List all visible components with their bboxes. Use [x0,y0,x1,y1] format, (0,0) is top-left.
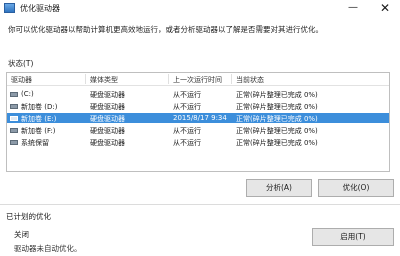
hard-drive-icon [10,116,18,121]
media-type: 硬盘驱动器 [90,91,125,99]
scheduled-optimization-label: 已计划的优化 [6,212,51,221]
drive-status: 正常(碎片整理已完成 0%) [236,91,318,99]
window-title: 优化驱动器 [20,4,60,13]
last-run: 从不运行 [173,139,201,147]
description-text: 你可以优化驱动器以帮助计算机更高效地运行，或者分析驱动器以了解是否需要对其进行优… [8,25,323,34]
table-row[interactable]: 系统保留 硬盘驱动器 从不运行 正常(碎片整理已完成 0%) [7,137,389,147]
column-divider[interactable] [231,74,232,84]
drive-name: 新加卷 (D:) [21,103,58,111]
analyze-button[interactable]: 分析(A) [246,179,312,197]
defrag-app-icon [4,3,15,13]
column-divider[interactable] [168,74,169,84]
drive-status: 正常(碎片整理已完成 0%) [236,115,318,123]
drives-table: 驱动器 媒体类型 上一次运行时间 当前状态 (C:) 硬盘驱动器 从不运行 正常… [6,72,390,172]
close-button[interactable]: ✕ [376,1,394,15]
media-type: 硬盘驱动器 [90,127,125,135]
column-header-last-run[interactable]: 上一次运行时间 [173,75,222,85]
drive-name: (C:) [21,90,34,98]
last-run: 从不运行 [173,91,201,99]
enable-button[interactable]: 启用(T) [312,228,394,246]
minimize-button[interactable]: — [344,1,362,15]
drive-name: 新加卷 (E:) [21,115,57,123]
section-divider [0,204,400,205]
column-divider[interactable] [85,74,86,84]
table-header: 驱动器 媒体类型 上一次运行时间 当前状态 [7,73,389,86]
hard-drive-icon [10,128,18,133]
table-row[interactable]: 新加卷 (D:) 硬盘驱动器 从不运行 正常(碎片整理已完成 0%) [7,101,389,111]
drive-status: 正常(碎片整理已完成 0%) [236,103,318,111]
last-run: 2015/8/17 9:34 [173,114,227,122]
optimize-drives-window: 优化驱动器 — ✕ 你可以优化驱动器以帮助计算机更高效地运行，或者分析驱动器以了… [0,0,400,256]
table-row[interactable]: (C:) 硬盘驱动器 从不运行 正常(碎片整理已完成 0%) [7,89,389,99]
drive-name: 新加卷 (F:) [21,127,56,135]
column-header-media[interactable]: 媒体类型 [90,75,118,85]
media-type: 硬盘驱动器 [90,103,125,111]
status-label: 状态(T) [8,59,34,68]
hard-drive-icon [10,140,18,145]
drive-name: 系统保留 [21,139,49,147]
drive-status: 正常(碎片整理已完成 0%) [236,139,318,147]
column-header-drive[interactable]: 驱动器 [11,75,32,85]
last-run: 从不运行 [173,127,201,135]
drive-status: 正常(碎片整理已完成 0%) [236,127,318,135]
scheduled-note: 驱动器未自动优化。 [14,244,82,253]
optimize-button[interactable]: 优化(O) [318,179,394,197]
table-row[interactable]: 新加卷 (F:) 硬盘驱动器 从不运行 正常(碎片整理已完成 0%) [7,125,389,135]
column-header-status[interactable]: 当前状态 [236,75,264,85]
table-row-selected[interactable]: 新加卷 (E:) 硬盘驱动器 2015/8/17 9:34 正常(碎片整理已完成… [7,113,389,123]
scheduled-status: 关闭 [14,230,29,239]
hard-drive-icon [10,92,18,97]
media-type: 硬盘驱动器 [90,139,125,147]
hard-drive-icon [10,104,18,109]
media-type: 硬盘驱动器 [90,115,125,123]
last-run: 从不运行 [173,103,201,111]
title-bar: 优化驱动器 — ✕ [0,0,400,18]
